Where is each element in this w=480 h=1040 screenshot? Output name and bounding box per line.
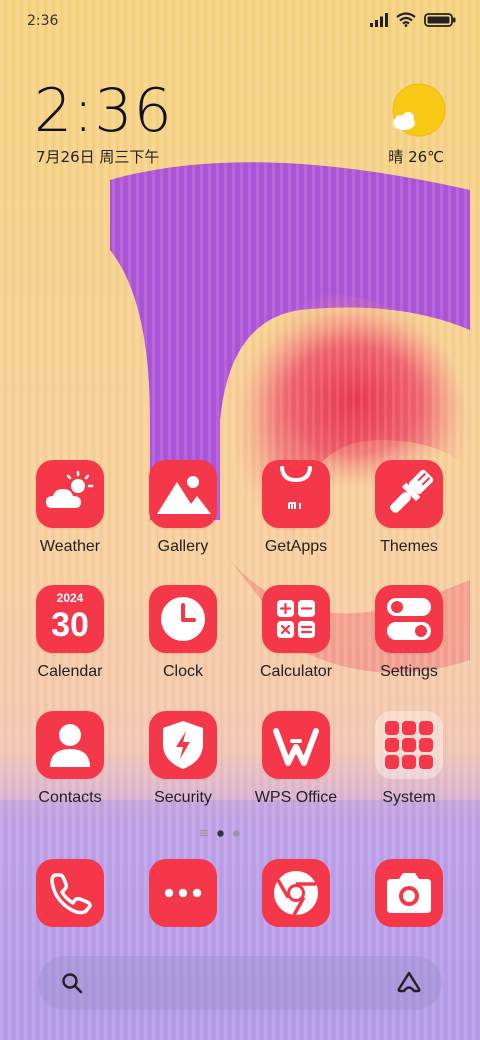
- status-time: 2:36: [27, 13, 59, 29]
- page-indicator[interactable]: [200, 829, 240, 837]
- app-label: Calendar: [37, 663, 103, 680]
- app-weather[interactable]: Weather: [20, 460, 120, 556]
- app-system-folder[interactable]: System: [359, 711, 459, 807]
- dock-messages[interactable]: [149, 859, 217, 927]
- calculator-icon: [262, 585, 330, 653]
- app-clock[interactable]: Clock: [133, 585, 233, 681]
- mini-app-icon: [385, 755, 399, 769]
- search-icon: [62, 973, 83, 994]
- page-dot-active: [217, 829, 224, 837]
- weather-widget-text[interactable]: 晴 26℃: [388, 146, 444, 167]
- app-label: Calculator: [259, 663, 333, 680]
- app-calendar[interactable]: 2024 30 Calendar: [20, 585, 120, 681]
- calendar-day: 30: [51, 606, 89, 644]
- dock-browser[interactable]: [262, 859, 330, 927]
- toggles-icon: [375, 585, 443, 653]
- app-label: GetApps: [264, 538, 328, 555]
- page-list-icon: [200, 830, 208, 837]
- mini-app-icon: [419, 755, 433, 769]
- clock-widget-date[interactable]: 7月26日 周三下午: [36, 146, 159, 167]
- app-label: Contacts: [38, 789, 102, 806]
- app-getapps[interactable]: GetApps: [246, 460, 346, 556]
- app-label: Weather: [39, 538, 101, 555]
- status-icons: [370, 12, 456, 27]
- mini-app-icon: [385, 738, 399, 752]
- app-label: WPS Office: [254, 789, 338, 806]
- dock-camera[interactable]: [375, 859, 443, 927]
- wps-icon: [262, 711, 330, 779]
- mini-app-icon: [385, 721, 399, 735]
- status-bar: 2:36: [0, 0, 480, 42]
- app-contacts[interactable]: Contacts: [20, 711, 120, 807]
- app-label: Settings: [380, 663, 438, 680]
- page-dot: [233, 829, 240, 837]
- battery-icon: [424, 12, 456, 27]
- calendar-icon: 2024 30: [36, 585, 104, 653]
- paintbrush-icon: [375, 460, 443, 528]
- search-bar[interactable]: [38, 956, 442, 1010]
- shield-bolt-icon: [149, 711, 217, 779]
- app-label: Security: [154, 789, 212, 806]
- getapps-bag-icon: [262, 460, 330, 528]
- assistant-icon[interactable]: [396, 970, 422, 994]
- app-wps-office[interactable]: WPS Office: [246, 711, 346, 807]
- app-label: System: [382, 789, 436, 806]
- person-icon: [36, 711, 104, 779]
- app-label: Clock: [162, 663, 203, 680]
- clock-widget-time[interactable]: 2:36: [34, 76, 173, 146]
- weather-icon: [36, 460, 104, 528]
- gallery-icon: [149, 460, 217, 528]
- phone-icon: [50, 873, 92, 915]
- app-themes[interactable]: Themes: [359, 460, 459, 556]
- camera-icon: [387, 873, 431, 913]
- more-dots-icon: [164, 888, 202, 898]
- app-calculator[interactable]: Calculator: [246, 585, 346, 681]
- wifi-icon: [396, 12, 416, 27]
- sun-cloud-icon[interactable]: [390, 83, 446, 139]
- app-label: Themes: [380, 538, 438, 555]
- app-settings[interactable]: Settings: [359, 585, 459, 681]
- clock-icon: [149, 585, 217, 653]
- dock-phone[interactable]: [36, 859, 104, 927]
- app-security[interactable]: Security: [133, 711, 233, 807]
- mini-app-icon: [402, 721, 416, 735]
- mini-app-icon: [402, 738, 416, 752]
- app-label: Gallery: [157, 538, 209, 555]
- chrome-icon: [274, 871, 318, 916]
- folder-icon: [375, 711, 443, 779]
- mini-app-icon: [402, 755, 416, 769]
- mini-app-icon: [419, 721, 433, 735]
- mini-app-icon: [419, 738, 433, 752]
- signal-icon: [370, 12, 388, 27]
- calendar-year: 2024: [56, 591, 84, 605]
- app-gallery[interactable]: Gallery: [133, 460, 233, 556]
